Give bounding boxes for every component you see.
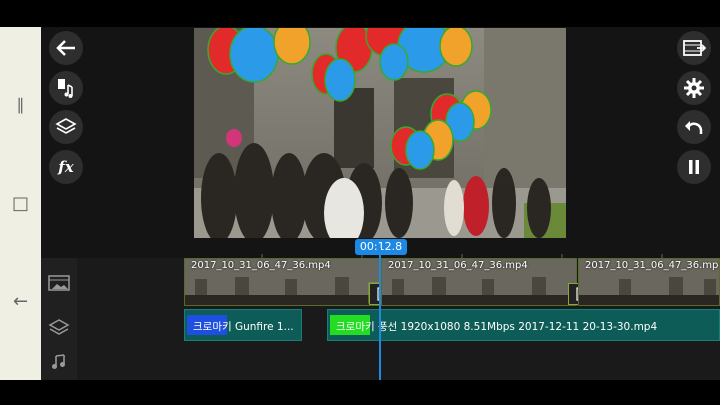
export-button[interactable] <box>677 31 711 65</box>
video-clip-1[interactable]: 2017_10_31_06_47_36.mp4 <box>184 258 380 306</box>
video-clip-3[interactable]: 2017_10_31_06_47_36.mp4 <box>578 258 720 306</box>
film-export-icon <box>683 40 706 56</box>
audio-track-icon <box>52 354 65 369</box>
pause-button[interactable] <box>677 150 711 184</box>
layer-clip-label: 크로마키 풍선 1920x1080 8.51Mbps 2017-12-11 20… <box>336 321 658 333</box>
layer-track-icon <box>48 319 70 335</box>
fx-icon: fx <box>58 158 74 176</box>
media-music-icon <box>58 79 73 98</box>
video-track-icon <box>48 275 70 291</box>
video-clip-2[interactable]: 2017_10_31_06_47_36.mp4 <box>381 258 577 306</box>
layer-button[interactable] <box>49 110 83 144</box>
layer-clip-gunfire[interactable]: 크로마키 Gunfire 1... <box>184 309 302 341</box>
layer-clip-label: 크로마키 Gunfire 1... <box>193 321 294 333</box>
clip-label: 2017_10_31_06_47_36.mp4 <box>585 260 720 271</box>
bottom-letterbox <box>0 380 720 405</box>
layers-icon <box>55 118 77 134</box>
effects-button[interactable]: fx <box>49 150 83 184</box>
video-preview[interactable] <box>194 28 566 238</box>
media-browser-button[interactable] <box>49 71 83 105</box>
clip-label: 2017_10_31_06_47_36.mp4 <box>191 260 331 271</box>
system-nav-bar: ∥ □ ← <box>0 27 41 380</box>
pause-icon <box>689 160 699 174</box>
clip-label: 2017_10_31_06_47_36.mp4 <box>388 260 528 271</box>
layer-clip-balloon[interactable]: 크로마키 풍선 1920x1080 8.51Mbps 2017-12-11 20… <box>327 309 720 341</box>
current-time-badge: 00:12.8 <box>355 239 407 255</box>
back-button[interactable]: ← <box>0 291 41 312</box>
track-headers <box>41 258 77 380</box>
back-arrow-button[interactable] <box>49 31 83 65</box>
playhead[interactable] <box>379 248 381 380</box>
settings-button[interactable] <box>677 71 711 105</box>
recents-button[interactable]: ∥ <box>0 95 41 114</box>
preview-frame-image <box>194 28 566 238</box>
undo-icon <box>685 121 703 134</box>
home-button[interactable]: □ <box>0 193 41 214</box>
undo-button[interactable] <box>677 110 711 144</box>
arrow-left-icon <box>56 40 75 56</box>
gear-icon <box>684 78 704 98</box>
